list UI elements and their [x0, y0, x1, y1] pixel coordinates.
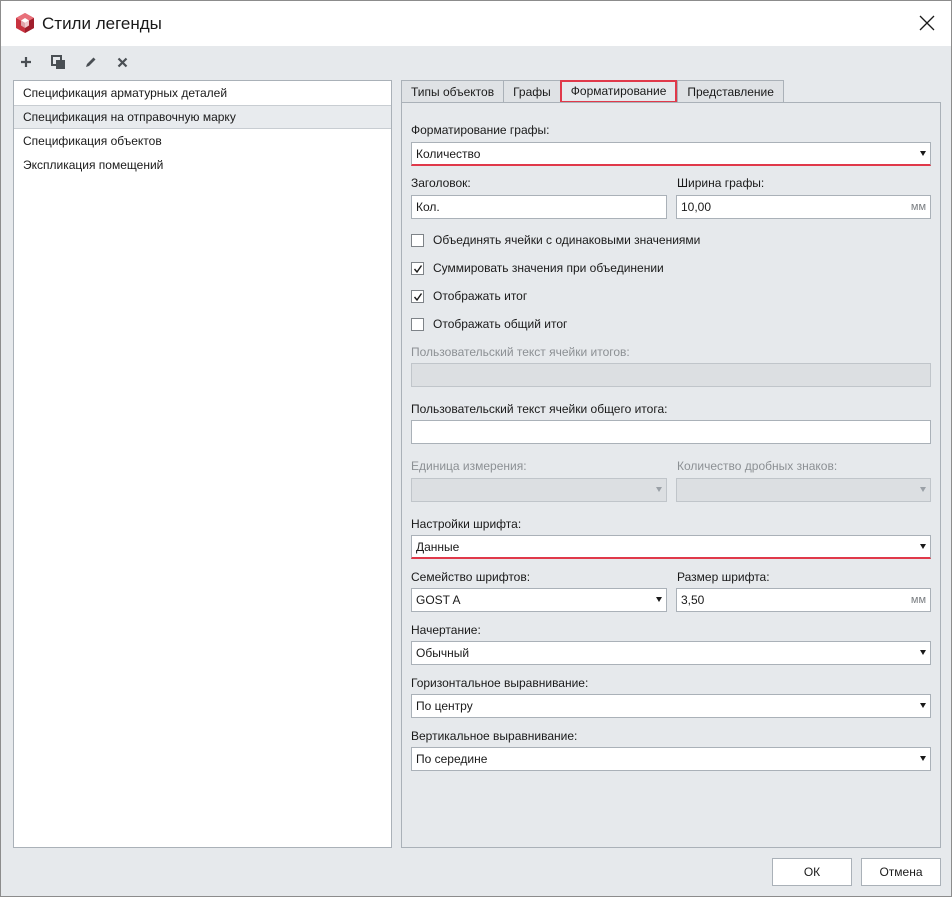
header-input[interactable]: Кол. — [411, 195, 667, 219]
unit-select[interactable] — [411, 478, 667, 502]
header-label: Заголовок: — [411, 176, 471, 190]
chevron-down-icon — [920, 487, 926, 492]
copy-icon — [50, 54, 65, 69]
window-title: Стили легенды — [42, 14, 162, 33]
style-label: Начертание: — [411, 623, 481, 637]
show-grand-total-label: Отображать общий итог — [433, 317, 568, 331]
pencil-icon — [85, 57, 95, 67]
add-style-button[interactable] — [13, 51, 39, 73]
delete-style-button[interactable] — [109, 51, 135, 73]
app-cube-icon — [16, 13, 34, 33]
chevron-down-icon — [920, 756, 926, 761]
checkbox-unchecked — [411, 317, 424, 331]
tab-formatting[interactable]: Форматирование — [559, 80, 678, 103]
valign-label: Вертикальное выравнивание: — [411, 729, 578, 743]
checkbox-unchecked — [411, 233, 424, 247]
font-settings-select[interactable]: Данные — [411, 535, 931, 559]
decimals-label: Количество дробных знаков: — [677, 459, 838, 473]
checkbox-checked — [411, 289, 424, 303]
halign-label: Горизонтальное выравнивание: — [411, 676, 589, 690]
column-format-select[interactable]: Количество — [411, 142, 931, 166]
chevron-down-icon — [920, 650, 926, 655]
toolbar — [13, 51, 135, 73]
list-item[interactable]: Спецификация арматурных деталей — [14, 81, 391, 105]
font-size-value: 3,50 — [681, 593, 705, 607]
width-input[interactable]: 10,00 мм — [676, 195, 931, 219]
edit-style-button[interactable] — [77, 51, 103, 73]
check-icon — [413, 264, 423, 273]
list-item-selected[interactable]: Спецификация на отправочную марку — [14, 105, 391, 129]
checkbox-checked — [411, 261, 424, 275]
decimals-select[interactable] — [676, 478, 931, 502]
list-item[interactable]: Экспликация помещений — [14, 153, 391, 177]
copy-style-button[interactable] — [45, 51, 71, 73]
check-icon — [413, 292, 423, 301]
column-format-label: Форматирование графы: — [411, 123, 550, 137]
grand-total-text-input[interactable] — [411, 420, 931, 444]
halign-select[interactable]: По центру — [411, 694, 931, 718]
sum-values-label: Суммировать значения при объединении — [433, 261, 664, 275]
tab-presentation[interactable]: Представление — [677, 80, 784, 103]
merge-cells-label: Объединять ячейки с одинаковыми значения… — [433, 233, 701, 247]
show-grand-total-checkbox[interactable]: Отображать общий итог — [411, 316, 567, 332]
font-style-value: Обычный — [416, 646, 470, 660]
font-size-input[interactable]: 3,50 мм — [676, 588, 931, 612]
font-style-select[interactable]: Обычный — [411, 641, 931, 665]
header-value: Кол. — [416, 200, 440, 214]
merge-cells-checkbox[interactable]: Объединять ячейки с одинаковыми значения… — [411, 232, 700, 248]
show-total-label: Отображать итог — [433, 289, 528, 303]
styles-list: Спецификация арматурных деталей Специфик… — [13, 80, 392, 848]
sum-values-checkbox[interactable]: Суммировать значения при объединении — [411, 260, 664, 276]
width-unit: мм — [910, 201, 926, 213]
font-family-label: Семейство шрифтов: — [411, 570, 531, 584]
valign-select[interactable]: По середине — [411, 747, 931, 771]
font-settings-label: Настройки шрифта: — [411, 517, 522, 531]
total-text-input[interactable] — [411, 363, 931, 387]
ok-button[interactable]: ОК — [772, 858, 852, 886]
total-text-label: Пользовательский текст ячейки итогов: — [411, 345, 630, 359]
show-total-checkbox[interactable]: Отображать итог — [411, 288, 527, 304]
plus-icon — [21, 57, 31, 67]
font-size-label: Размер шрифта: — [677, 570, 770, 584]
grand-total-text-label: Пользовательский текст ячейки общего ито… — [411, 402, 668, 416]
font-size-unit: мм — [910, 594, 926, 606]
chevron-down-icon — [920, 151, 926, 156]
font-settings-value: Данные — [416, 540, 460, 554]
chevron-down-icon — [920, 703, 926, 708]
unit-label: Единица измерения: — [411, 459, 527, 473]
font-family-value: GOST A — [416, 593, 461, 607]
width-label: Ширина графы: — [677, 176, 765, 190]
list-item[interactable]: Спецификация объектов — [14, 129, 391, 153]
font-family-select[interactable]: GOST A — [411, 588, 667, 612]
cross-icon — [117, 57, 127, 67]
valign-value: По середине — [416, 752, 488, 766]
tab-object-types[interactable]: Типы объектов — [401, 80, 504, 103]
dialog-window: Стили легенды Спецификация арматурных де… — [0, 0, 952, 897]
chevron-down-icon — [656, 487, 662, 492]
chevron-down-icon — [920, 544, 926, 549]
column-format-value: Количество — [416, 147, 481, 161]
close-button[interactable] — [907, 3, 947, 43]
tab-bar: Типы объектов Графы Форматирование Предс… — [401, 80, 784, 103]
close-icon — [919, 15, 935, 31]
halign-value: По центру — [416, 699, 473, 713]
chevron-down-icon — [656, 597, 662, 602]
title-bar: Стили легенды — [1, 1, 951, 46]
tab-columns[interactable]: Графы — [503, 80, 560, 103]
cancel-button[interactable]: Отмена — [861, 858, 941, 886]
width-value: 10,00 — [681, 200, 712, 214]
